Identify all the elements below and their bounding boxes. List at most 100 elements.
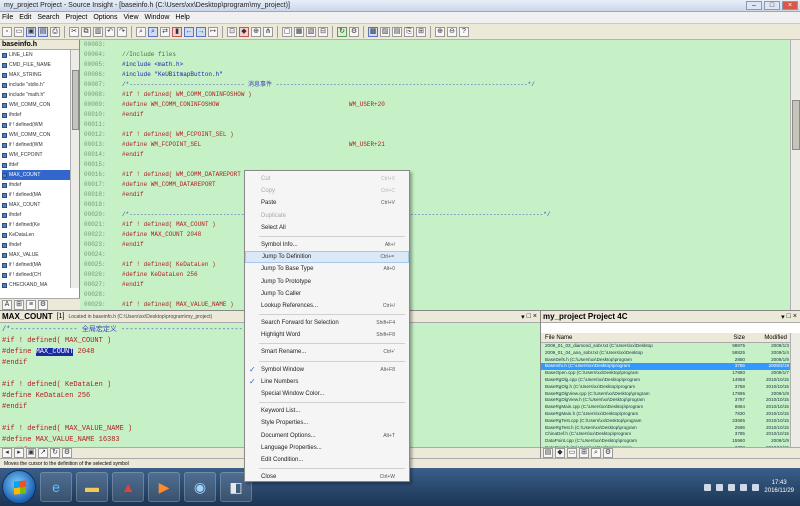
filter-icon[interactable]: ⊞ bbox=[14, 299, 24, 310]
symbol-item[interactable]: if ! defined(MA bbox=[2, 190, 70, 200]
menu-window[interactable]: Window bbox=[145, 14, 170, 21]
project-list-scrollbar[interactable] bbox=[790, 333, 800, 448]
project-file-row[interactable]: BaseOpen.cpp (C:\Users\xx\Desktop\progra… bbox=[541, 370, 791, 377]
layout-icon[interactable]: ▩ bbox=[368, 26, 378, 37]
symbol-list-scrollbar[interactable] bbox=[70, 50, 79, 288]
code-line[interactable]: 00012: #if ! defined( WM_FCPOINT_SEL ) bbox=[80, 130, 780, 140]
options-icon[interactable]: ⚙ bbox=[38, 299, 48, 310]
menu-item-search-forward-for-selection[interactable]: Search Forward for Selection Shift+F4 bbox=[245, 317, 409, 329]
save-icon[interactable]: ▣ bbox=[26, 26, 36, 37]
symbol-item[interactable]: WM_FCPOINT bbox=[2, 150, 70, 160]
menu-item-lookup-references[interactable]: Lookup References... Ctrl+/ bbox=[245, 300, 409, 312]
menu-file[interactable]: File bbox=[2, 14, 13, 21]
column-size[interactable]: Size bbox=[709, 333, 745, 342]
refresh-icon[interactable]: ↻ bbox=[50, 448, 60, 458]
forward-icon[interactable]: → bbox=[196, 26, 206, 37]
scrollbar-thumb[interactable] bbox=[72, 70, 79, 130]
jump-icon[interactable]: ↗ bbox=[38, 448, 48, 458]
float-icon[interactable]: □ bbox=[787, 313, 791, 321]
symbol-item[interactable]: MAX_COUNT bbox=[2, 170, 70, 180]
relation-icon[interactable]: ⊟ bbox=[318, 26, 328, 37]
project-file-row[interactable]: BaseRgMain.cpp (C:\Users\xx\Desktop\prog… bbox=[541, 404, 791, 411]
sync-icon[interactable]: ↻ bbox=[337, 26, 347, 37]
settings-icon[interactable]: ⚙ bbox=[62, 448, 72, 458]
symbol-icon[interactable]: ◆ bbox=[239, 26, 249, 37]
project-file-row[interactable]: 2009_01_04_ana_sobr.txt (C:\Users\xx\Des… bbox=[541, 350, 791, 357]
menu-view[interactable]: View bbox=[123, 14, 138, 21]
symbol-item[interactable]: MAX_COUNT bbox=[2, 200, 70, 210]
column-modified[interactable]: Modified bbox=[745, 333, 789, 342]
undo-icon[interactable]: ↶ bbox=[105, 26, 115, 37]
column-file-name[interactable]: File Name bbox=[541, 333, 709, 342]
pin-icon[interactable]: ▾ bbox=[781, 313, 785, 321]
search-project-icon[interactable]: ⌕ bbox=[148, 26, 158, 37]
menu-item-symbol-info[interactable]: Symbol Info... Alt+/ bbox=[245, 239, 409, 251]
close-button[interactable]: × bbox=[782, 1, 798, 10]
browser-icon[interactable]: ◉ bbox=[184, 472, 216, 502]
symbol-item[interactable]: include "stdio.h" bbox=[2, 80, 70, 90]
project-file-row[interactable]: DataPoint.cpp (C:\Users\xx\Desktop\progr… bbox=[541, 438, 791, 445]
code-line[interactable]: 00004: //Include files bbox=[80, 50, 780, 60]
save-all-icon[interactable]: ▤ bbox=[38, 26, 48, 37]
scrollbar-thumb[interactable] bbox=[792, 100, 800, 150]
menu-options[interactable]: Options bbox=[93, 14, 117, 21]
symbol-item[interactable]: if ! defined(CH bbox=[2, 270, 70, 280]
volume-icon[interactable] bbox=[752, 483, 760, 491]
network-icon[interactable] bbox=[740, 483, 748, 491]
menu-item-highlight-word[interactable]: Highlight Word Shift+F8 bbox=[245, 329, 409, 341]
context-code-line[interactable]: #define KeDataLen 256 bbox=[2, 391, 90, 402]
project-file-row[interactable]: BaseRgDlg.cpp (C:\Users\xx\Desktop\progr… bbox=[541, 377, 791, 384]
symbol-item[interactable]: MAX_VALUE bbox=[2, 250, 70, 260]
context-code-line[interactable]: #endif bbox=[2, 358, 27, 369]
search-icon[interactable]: ⌕ bbox=[136, 26, 146, 37]
help-icon[interactable]: ? bbox=[459, 26, 469, 37]
symbol-item[interactable]: ifndef bbox=[2, 180, 70, 190]
context-code-line[interactable]: #define MAX_VALUE_NAME 16383 bbox=[2, 435, 120, 446]
menu-item-duplicate[interactable]: Duplicate bbox=[245, 210, 409, 222]
code-line[interactable]: 00005: #include <math.h> bbox=[80, 60, 780, 70]
menu-item-jump-to-definition[interactable]: Jump To Definition Ctrl+= bbox=[245, 251, 409, 264]
menu-item-paste[interactable]: Paste Ctrl+V bbox=[245, 197, 409, 209]
symbol-item[interactable]: CMD_FILE_NAME bbox=[2, 60, 70, 70]
code-line[interactable]: 00014: #endif bbox=[80, 150, 780, 160]
ie-icon[interactable]: e bbox=[40, 472, 72, 502]
code-line[interactable]: 00019: bbox=[80, 200, 780, 210]
redo-icon[interactable]: ↷ bbox=[117, 26, 127, 37]
project-file-row[interactable]: 2009_01_03_diamond_sobr.txt (C:\Users\xx… bbox=[541, 343, 791, 350]
open-icon[interactable]: ▭ bbox=[14, 26, 24, 37]
tray-icon[interactable] bbox=[716, 483, 724, 491]
project-file-row[interactable]: BaseRgMain.h (C:\Users\xx\Desktop\progra… bbox=[541, 411, 791, 418]
symbol-icon[interactable]: ◆ bbox=[555, 448, 565, 458]
menu-item-symbol-window[interactable]: ✓ Symbol Window Alt+F8 bbox=[245, 364, 409, 376]
menu-item-select-all[interactable]: Select All bbox=[245, 222, 409, 234]
lock-icon[interactable]: ▣ bbox=[26, 448, 36, 458]
symbol-item[interactable]: LINE_LEN bbox=[2, 50, 70, 60]
code-line[interactable]: 00017:#define WM_COMM_DATAREPORT WM_USER… bbox=[80, 180, 780, 190]
menu-item-smart-rename[interactable]: Smart Rename... Ctrl+' bbox=[245, 346, 409, 358]
menu-item-copy[interactable]: Copy Ctrl+C bbox=[245, 185, 409, 197]
code-editor[interactable]: 00029: #if ! defined( MAX_VALUE_NAME ) 000… bbox=[80, 40, 800, 310]
jump-icon[interactable]: ↦ bbox=[208, 26, 218, 37]
sort-icon[interactable]: A bbox=[2, 299, 12, 310]
code-line[interactable]: 00027: #endif bbox=[80, 280, 780, 290]
project-file-row[interactable]: ChinaDef.h (C:\Users\xx\Desktop\program 3… bbox=[541, 431, 791, 438]
tray-icon[interactable] bbox=[704, 483, 712, 491]
clock[interactable]: 17:43 2016/11/29 bbox=[764, 479, 794, 495]
symbol-item[interactable]: ifndef bbox=[2, 210, 70, 220]
start-button[interactable] bbox=[2, 470, 36, 504]
code-line[interactable]: 00010: #endif bbox=[80, 110, 780, 120]
call-graph-icon[interactable]: ⋔ bbox=[263, 26, 273, 37]
new-file-icon[interactable]: ▫ bbox=[2, 26, 12, 37]
context-code-line[interactable]: #if ! defined( MAX_VALUE_NAME ) bbox=[2, 424, 132, 435]
code-line[interactable]: 00029: #if ! defined( MAX_VALUE_NAME ) bbox=[80, 300, 780, 310]
options-icon[interactable]: ⚙ bbox=[349, 26, 359, 37]
menu-item-keyword-list[interactable]: Keyword List... bbox=[245, 405, 409, 417]
file-icon[interactable]: ▤ bbox=[543, 448, 553, 458]
menu-edit[interactable]: Edit bbox=[19, 14, 31, 21]
symbol-item[interactable]: KeDataLen bbox=[2, 230, 70, 240]
menu-item-jump-to-base-type[interactable]: Jump To Base Type Alt+0 bbox=[245, 263, 409, 275]
menu-item-special-window-color[interactable]: Special Window Color... bbox=[245, 388, 409, 400]
zoom-in-icon[interactable]: ⊕ bbox=[435, 26, 445, 37]
menu-item-line-numbers[interactable]: ✓ Line Numbers bbox=[245, 376, 409, 388]
context-code-line[interactable]: #if ! defined( MAX_COUNT ) bbox=[2, 336, 111, 347]
